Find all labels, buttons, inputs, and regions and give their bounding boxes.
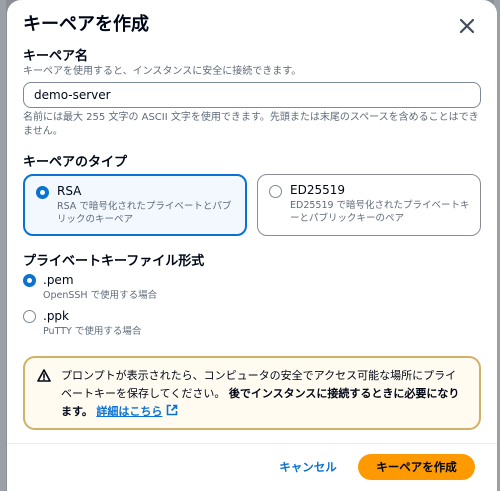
key-type-group: キーペアのタイプ	[23, 154, 481, 171]
backdrop-left	[0, 0, 6, 491]
modal-title: キーペアを作成	[23, 14, 149, 35]
name-field-label: キーペア名	[23, 49, 89, 64]
warning-icon	[37, 369, 51, 382]
option-desc-ppk: PuTTY で使用する場合	[43, 326, 142, 337]
format-option-pem[interactable]: .pem OpenSSH で使用する場合	[23, 273, 481, 303]
option-label-pem: .pem	[43, 273, 74, 287]
radio-rsa[interactable]	[36, 186, 49, 199]
key-type-option-rsa[interactable]: RSA RSA で暗号化されたプライベートとパブリックのキーペア	[23, 174, 247, 236]
option-label-ppk: .ppk	[43, 309, 69, 323]
key-pair-name-input[interactable]	[23, 82, 481, 108]
key-type-option-ed25519[interactable]: ED25519 ED25519 で暗号化されたプライベートキーとパブリックキーの…	[257, 174, 481, 236]
create-key-pair-button[interactable]: キーペアを作成	[358, 454, 475, 480]
modal-header: キーペアを作成	[23, 12, 481, 40]
option-label-rsa: RSA	[57, 184, 82, 198]
option-label-ed25519: ED25519	[290, 183, 345, 197]
file-format-label: プライベートキーファイル形式	[23, 254, 205, 269]
name-field-description: キーペアを使用すると、インスタンスに安全に接続できます。	[23, 66, 302, 77]
option-desc-rsa: RSA で暗号化されたプライベートとパブリックのキーペア	[57, 201, 232, 225]
close-button[interactable]	[453, 12, 481, 40]
format-option-ppk[interactable]: .ppk PuTTY で使用する場合	[23, 309, 481, 339]
key-type-label: キーペアのタイプ	[23, 155, 128, 170]
name-constraint-text: 名前には最大 255 文字の ASCII 文字を使用できます。先頭または末尾のス…	[23, 112, 479, 137]
radio-pem[interactable]	[23, 274, 36, 287]
learn-more-link[interactable]: 詳細はこちら	[96, 405, 162, 418]
alert-text: プロンプトが表示されたら、コンピュータの安全でアクセス可能な場所にプライベートキ…	[61, 367, 467, 421]
radio-ed25519[interactable]	[269, 185, 282, 198]
create-key-pair-modal: キーペアを作成 キーペア名 キーペアを使用すると、インスタンスに安全に接続できま…	[7, 0, 497, 491]
radio-ppk[interactable]	[23, 310, 36, 323]
cancel-button[interactable]: キャンセル	[264, 454, 352, 480]
file-format-group: プライベートキーファイル形式	[23, 253, 481, 270]
close-icon	[459, 18, 475, 34]
option-desc-ed25519: ED25519 で暗号化されたプライベートキーとパブリックキーのペア	[290, 200, 470, 224]
name-constraint: 名前には最大 255 文字の ASCII 文字を使用できます。先頭または末尾のス…	[23, 111, 481, 139]
name-field-group: キーペア名 キーペアを使用すると、インスタンスに安全に接続できます。	[23, 48, 481, 79]
warning-alert: プロンプトが表示されたら、コンピュータの安全でアクセス可能な場所にプライベートキ…	[23, 356, 481, 430]
option-desc-pem: OpenSSH で使用する場合	[43, 290, 158, 301]
external-link-icon[interactable]	[166, 404, 178, 416]
